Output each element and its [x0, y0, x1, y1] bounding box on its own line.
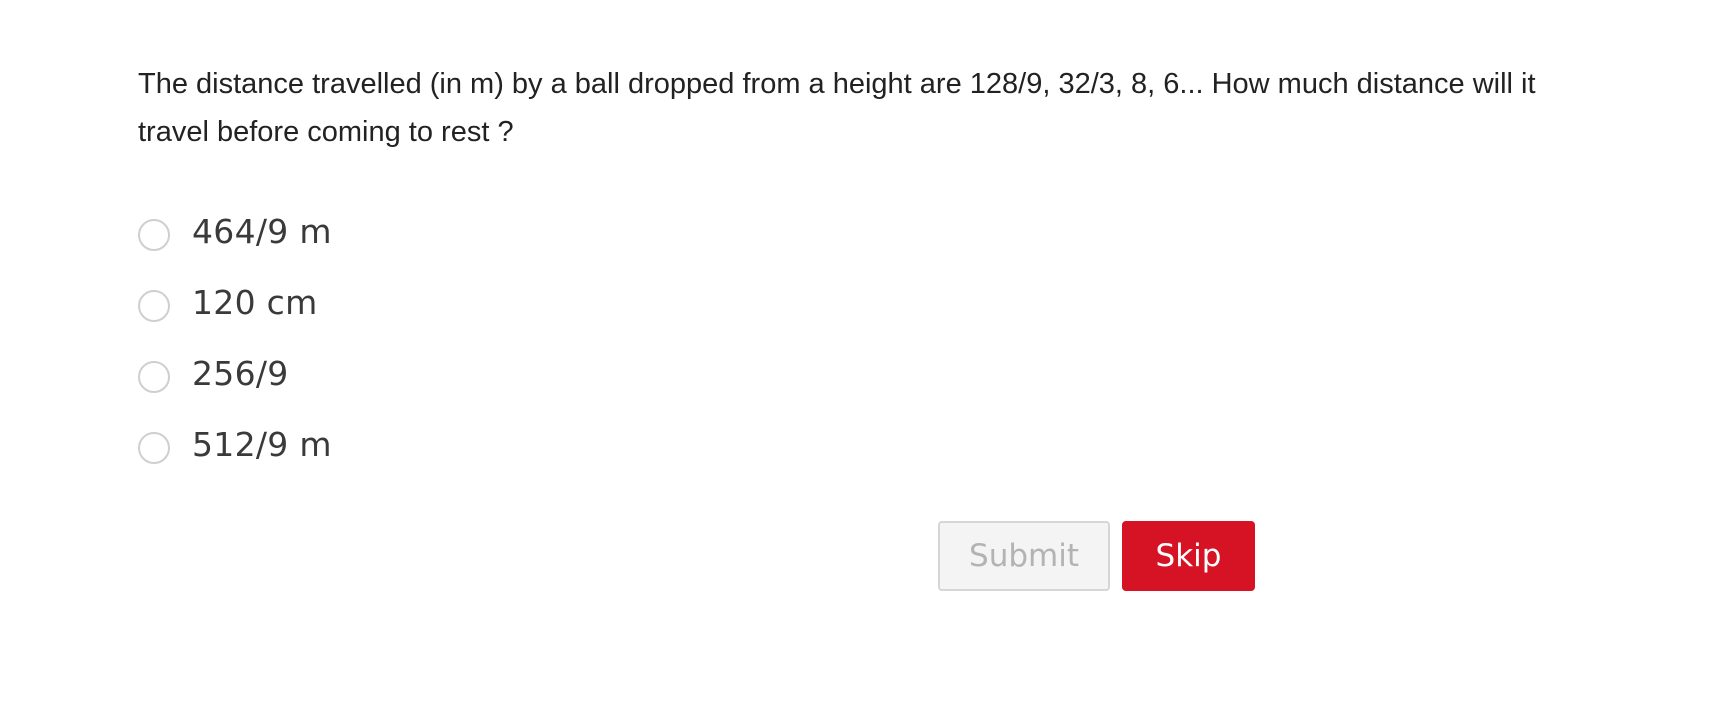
answer-option-1[interactable]: 464/9 m [138, 196, 1578, 267]
answer-options: 464/9 m 120 cm 256/9 512/9 m [138, 196, 1578, 480]
answer-option-4[interactable]: 512/9 m [138, 409, 1578, 480]
answer-option-2[interactable]: 120 cm [138, 267, 1578, 338]
answer-option-label: 256/9 [192, 354, 289, 393]
submit-button[interactable]: Submit [938, 521, 1110, 591]
answer-option-label: 120 cm [192, 283, 318, 322]
quiz-card: The distance travelled (in m) by a ball … [138, 60, 1578, 496]
radio-button[interactable] [138, 431, 170, 464]
radio-button[interactable] [138, 289, 170, 322]
radio-button[interactable] [138, 360, 170, 393]
action-bar: Submit Skip [938, 521, 1255, 591]
answer-option-label: 464/9 m [192, 212, 332, 251]
question-text: The distance travelled (in m) by a ball … [138, 68, 1536, 148]
answer-option-label: 512/9 m [192, 425, 332, 464]
radio-button[interactable] [138, 218, 170, 251]
skip-button[interactable]: Skip [1122, 521, 1255, 591]
answer-option-3[interactable]: 256/9 [138, 338, 1578, 409]
